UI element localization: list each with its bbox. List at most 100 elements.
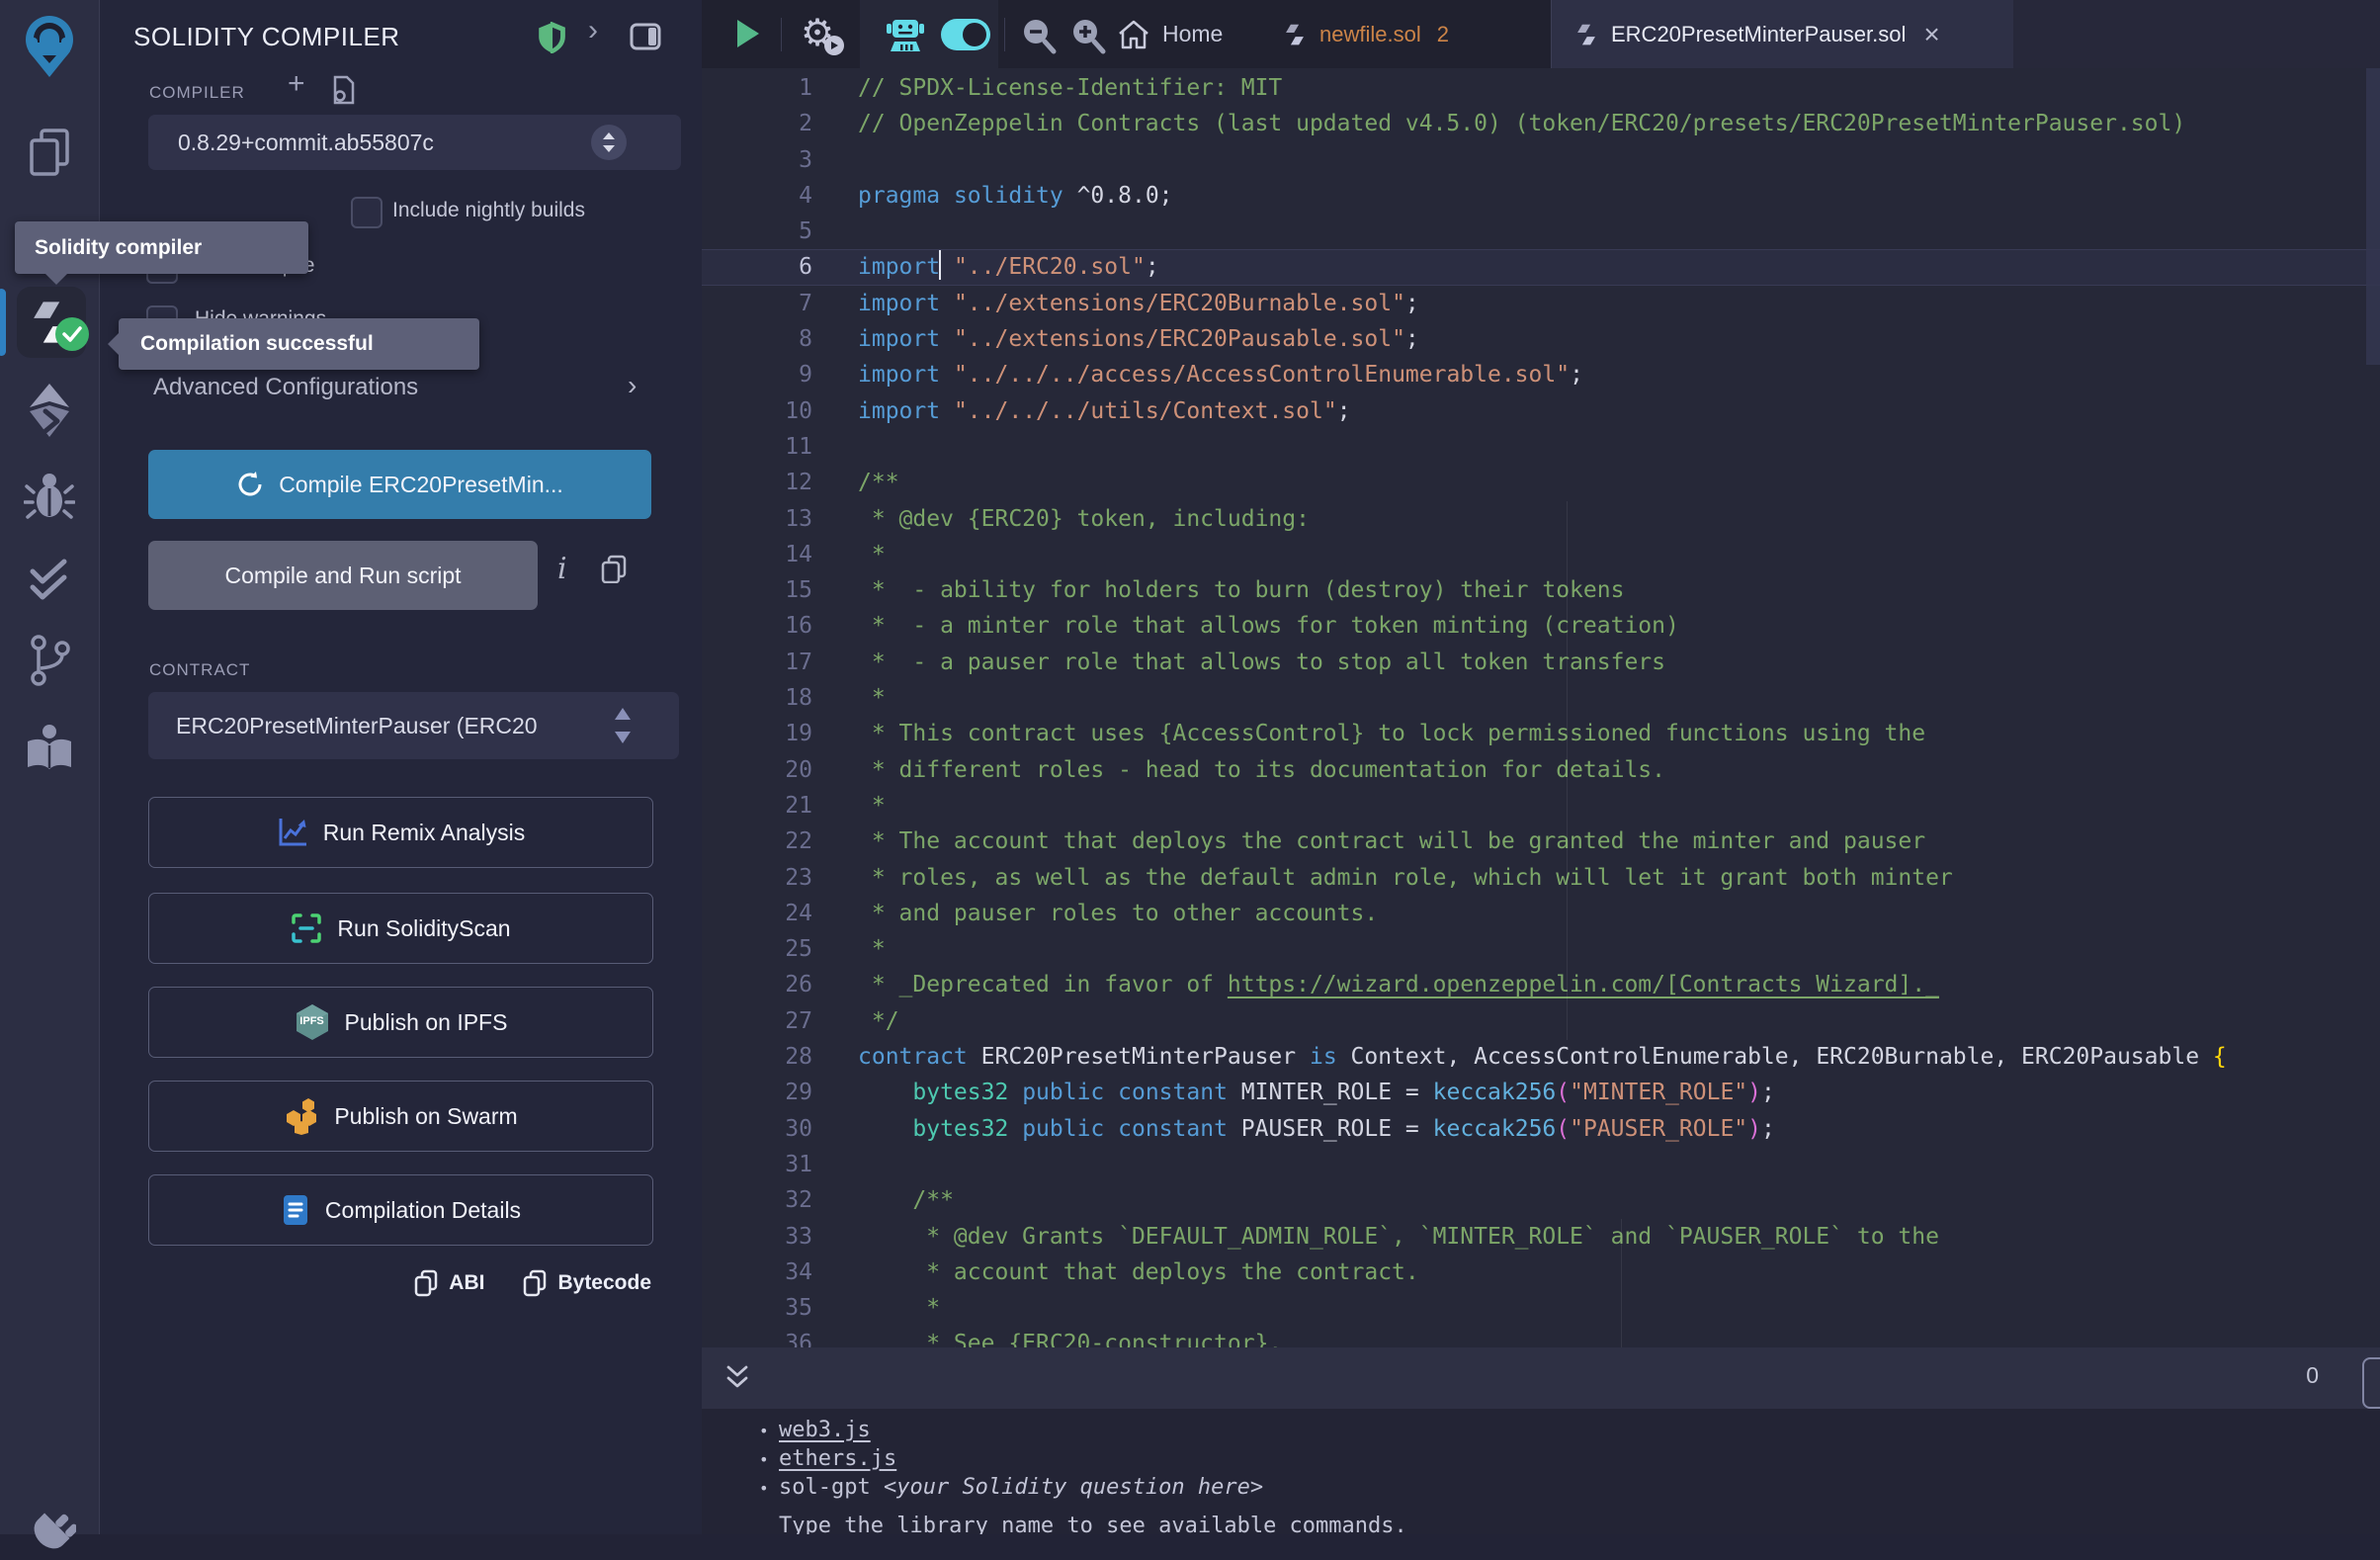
code-line[interactable]: 4pragma solidity ^0.8.0; [702, 178, 2380, 214]
compiler-config-file-icon[interactable] [331, 75, 357, 105]
tab-label: ERC20PresetMinterPauser.sol [1611, 22, 1906, 47]
code-line[interactable]: 35 * [702, 1290, 2380, 1326]
compile-button[interactable]: Compile ERC20PresetMin... [148, 450, 651, 519]
zoom-in-icon[interactable] [1069, 17, 1107, 54]
code-line[interactable]: 16 * - a minter role that allows for tok… [702, 608, 2380, 644]
code-line[interactable]: 1// SPDX-License-Identifier: MIT [702, 70, 2380, 106]
version-sorter-icon[interactable] [591, 125, 627, 160]
terminal-header[interactable]: 0 [702, 1347, 2380, 1409]
script-config-gear-icon[interactable]: ⚙ [801, 12, 834, 55]
shield-icon[interactable] [537, 22, 566, 53]
zoom-out-icon[interactable] [1020, 17, 1058, 54]
code-line[interactable]: 22 * The account that deploys the contra… [702, 823, 2380, 859]
code-line[interactable]: 34 * account that deploys the contract. [702, 1255, 2380, 1290]
debugger-bug-icon[interactable] [0, 471, 99, 522]
tab-erc20presetminterpauser[interactable]: ERC20PresetMinterPauser.sol × [1551, 0, 2014, 68]
code-line[interactable]: 25 * [702, 931, 2380, 967]
ipfs-cube-icon: IPFS [295, 1003, 330, 1041]
code-line[interactable]: 26 * _Deprecated in favor of https://wiz… [702, 967, 2380, 1002]
advanced-chevron-icon[interactable]: › [628, 370, 637, 401]
code-line[interactable]: 31 [702, 1147, 2380, 1182]
code-line[interactable]: 23 * roles, as well as the default admin… [702, 860, 2380, 896]
line-number: 17 [702, 645, 812, 680]
code-line[interactable]: 12/** [702, 465, 2380, 500]
collapse-terminal-icon[interactable] [723, 1363, 751, 1393]
info-icon[interactable]: i [557, 552, 567, 586]
home-tab[interactable]: Home [1117, 0, 1223, 68]
code-line[interactable]: 2// OpenZeppelin Contracts (last updated… [702, 106, 2380, 141]
git-branch-icon[interactable] [0, 633, 99, 688]
line-number: 9 [702, 357, 812, 392]
contract-select[interactable]: ERC20PresetMinterPauser (ERC20 [148, 692, 679, 759]
chart-line-icon [277, 817, 308, 848]
ai-robot-icon[interactable] [885, 14, 926, 55]
learneth-book-icon[interactable] [0, 722, 99, 771]
line-number: 23 [702, 860, 812, 896]
terminal-search-input[interactable] [2362, 1357, 2380, 1409]
code-line[interactable]: 3 [702, 142, 2380, 178]
compilation-details-button[interactable]: Compilation Details [148, 1174, 653, 1246]
code-line[interactable]: 28contract ERC20PresetMinterPauser is Co… [702, 1039, 2380, 1075]
run-play-icon[interactable] [734, 18, 762, 49]
line-number: 10 [702, 393, 812, 429]
add-compiler-icon[interactable]: + [288, 67, 305, 101]
code-line[interactable]: 19 * This contract uses {AccessControl} … [702, 716, 2380, 751]
code-line[interactable]: 33 * @dev Grants `DEFAULT_ADMIN_ROLE`, `… [702, 1219, 2380, 1255]
terminal-link[interactable]: ethers.js [779, 1446, 896, 1471]
code-line[interactable]: 5 [702, 214, 2380, 249]
compiler-version-select[interactable]: 0.8.29+commit.ab55807c [148, 115, 681, 170]
terminal-link[interactable]: web3.js [779, 1418, 871, 1442]
compiler-section-label: COMPILER [149, 83, 245, 103]
file-explorer-icon[interactable] [0, 127, 99, 180]
run-remix-analysis-button[interactable]: Run Remix Analysis [148, 797, 653, 868]
line-number: 26 [702, 967, 812, 1002]
line-number: 7 [702, 286, 812, 321]
code-line[interactable]: 14 * [702, 537, 2380, 572]
code-line[interactable]: 24 * and pauser roles to other accounts. [702, 896, 2380, 931]
code-line[interactable]: 30 bytes32 public constant PAUSER_ROLE =… [702, 1111, 2380, 1147]
code-line[interactable]: 27 */ [702, 1003, 2380, 1039]
line-number: 22 [702, 823, 812, 859]
editor-scrollbar[interactable] [2366, 68, 2380, 365]
code-line[interactable]: 32 /** [702, 1182, 2380, 1218]
tab-newfile[interactable]: newfile.sol 2 [1270, 0, 1551, 68]
run-solidityscan-button[interactable]: Run SolidityScan [148, 893, 653, 964]
code-text: * This contract uses {AccessControl} to … [858, 716, 1925, 751]
code-line[interactable]: 36 * See {ERC20-constructor}. [702, 1326, 2380, 1347]
chevron-right-icon[interactable]: › [588, 14, 598, 47]
deploy-run-icon[interactable] [0, 382, 99, 439]
line-number: 30 [702, 1111, 812, 1147]
unit-testing-icon[interactable] [0, 556, 99, 605]
compile-and-run-button[interactable]: Compile and Run script [148, 541, 538, 610]
plugin-manager-icon[interactable] [0, 1507, 99, 1560]
code-line[interactable]: 10import "../../../utils/Context.sol"; [702, 393, 2380, 429]
tooltip-solidity-compiler: Solidity compiler [15, 221, 308, 274]
code-line[interactable]: 13 * @dev {ERC20} token, including: [702, 501, 2380, 537]
ai-toggle-switch[interactable] [941, 19, 990, 50]
code-line[interactable]: 18 * [702, 680, 2380, 716]
code-line[interactable]: 17 * - a pauser role that allows to stop… [702, 645, 2380, 680]
publish-on-ipfs-button[interactable]: IPFS Publish on IPFS [148, 987, 653, 1058]
publish-on-swarm-button[interactable]: Publish on Swarm [148, 1081, 653, 1152]
close-tab-icon[interactable]: × [1923, 21, 1939, 48]
copy-bytecode-button[interactable]: Bytecode [522, 1269, 651, 1297]
code-line[interactable]: 29 bytes32 public constant MINTER_ROLE =… [702, 1075, 2380, 1110]
code-line[interactable]: 21 * [702, 788, 2380, 823]
remix-logo-icon[interactable] [0, 12, 99, 81]
advanced-configurations-toggle[interactable]: Advanced Configurations [153, 374, 418, 401]
code-line[interactable]: 15 * - ability for holders to burn (dest… [702, 572, 2380, 608]
code-line[interactable]: 9import "../../../access/AccessControlEn… [702, 357, 2380, 392]
code-line[interactable]: 7import "../extensions/ERC20Burnable.sol… [702, 286, 2380, 321]
code-line[interactable]: 11 [702, 429, 2380, 465]
contract-select-value: ERC20PresetMinterPauser (ERC20 [176, 713, 538, 739]
copy-abi-button[interactable]: ABI [413, 1269, 484, 1297]
code-line[interactable]: 20 * different roles - head to its docum… [702, 752, 2380, 788]
copy-config-icon[interactable] [599, 554, 629, 583]
code-line[interactable]: 6import "../ERC20.sol"; [702, 249, 2380, 285]
code-text: pragma solidity ^0.8.0; [858, 178, 1173, 214]
pin-panel-icon[interactable] [630, 22, 661, 51]
code-line[interactable]: 8import "../extensions/ERC20Pausable.sol… [702, 321, 2380, 357]
code-editor[interactable]: 1// SPDX-License-Identifier: MIT2// Open… [702, 68, 2380, 1347]
swarm-honeycomb-icon [284, 1097, 319, 1135]
nightly-builds-checkbox[interactable] [351, 197, 382, 228]
